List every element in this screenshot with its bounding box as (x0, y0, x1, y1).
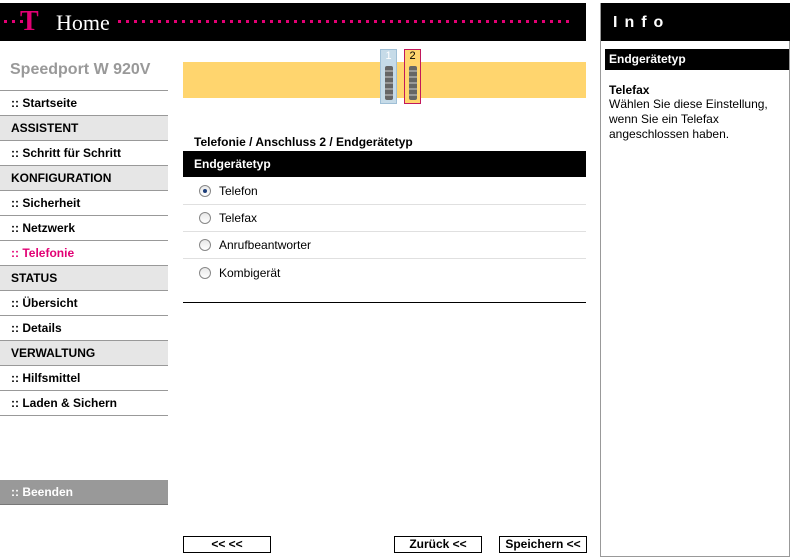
sidebar-section-konfiguration: KONFIGURATION (0, 165, 168, 190)
step-1-number: 1 (385, 50, 392, 62)
back-button[interactable]: Zurück << (394, 536, 482, 553)
sidebar-item-sicherheit[interactable]: :: Sicherheit (0, 190, 168, 215)
radio-button[interactable] (199, 185, 211, 197)
info-title: Info (601, 3, 790, 41)
info-text: Wählen Sie diese Einstellung, wenn Sie e… (609, 97, 768, 141)
sidebar-section-status: STATUS (0, 265, 168, 290)
option-label: Anrufbeantworter (219, 238, 312, 252)
magenta-dots-right (118, 20, 569, 24)
option-row[interactable]: Anrufbeantworter (183, 232, 586, 259)
sidebar-section-verwaltung: VERWALTUNG (0, 340, 168, 365)
step-2-indicator: 2 (404, 49, 421, 104)
first-page-button[interactable]: << << (183, 536, 271, 553)
sidebar-item-laden-sichern[interactable]: :: Laden & Sichern (0, 390, 168, 415)
telekom-logo: T (20, 6, 39, 37)
option-label: Telefon (219, 184, 258, 198)
panel-title: Endgerätetyp (183, 151, 586, 177)
info-panel: Info Endgerätetyp Telefax Wählen Sie die… (600, 3, 790, 557)
sidebar-divider (0, 415, 168, 416)
logout-button[interactable]: :: Beenden (0, 480, 168, 505)
sidebar-item-telefonie[interactable]: :: Telefonie (0, 240, 168, 265)
option-label: Telefax (219, 211, 258, 225)
option-row[interactable]: Telefax (183, 205, 586, 232)
step-2-number: 2 (409, 50, 416, 62)
radio-button[interactable] (199, 212, 211, 224)
sidebar-item-schritt-für-schritt[interactable]: :: Schritt für Schritt (0, 140, 168, 165)
option-row[interactable]: Kombigerät (183, 259, 586, 286)
connector-icon (409, 66, 417, 100)
sidebar-item-hilfsmittel[interactable]: :: Hilfsmittel (0, 365, 168, 390)
panel-divider (183, 302, 586, 303)
sidebar-item-details[interactable]: :: Details (0, 315, 168, 340)
sidebar-item-übersicht[interactable]: :: Übersicht (0, 290, 168, 315)
info-subtitle: Endgerätetyp (605, 49, 789, 70)
option-row[interactable]: Telefon (183, 178, 586, 205)
option-label: Kombigerät (219, 265, 281, 280)
step-1-indicator: 1 (380, 49, 397, 104)
header-title: Home (56, 10, 110, 35)
radio-button[interactable] (199, 266, 211, 279)
breadcrumb: Telefonie / Anschluss 2 / Endgerätetyp (194, 135, 413, 149)
header-bar: T Home (0, 3, 586, 41)
sidebar-nav: :: Startseite ASSISTENT:: Schritt für Sch… (0, 90, 168, 416)
save-button[interactable]: Speichern << (499, 536, 587, 553)
sidebar-item-startseite[interactable]: :: Startseite (0, 90, 168, 115)
sidebar-item-netzwerk[interactable]: :: Netzwerk (0, 215, 168, 240)
product-name: Speedport W 920V (10, 61, 151, 78)
sidebar-section-assistent: ASSISTENT (0, 115, 168, 140)
radio-button[interactable] (199, 239, 211, 251)
device-type-options: Telefon Telefax Anrufbeantworter Kombigerät (183, 178, 586, 286)
info-text-title: Telefax (609, 83, 650, 97)
connector-icon (385, 66, 393, 100)
